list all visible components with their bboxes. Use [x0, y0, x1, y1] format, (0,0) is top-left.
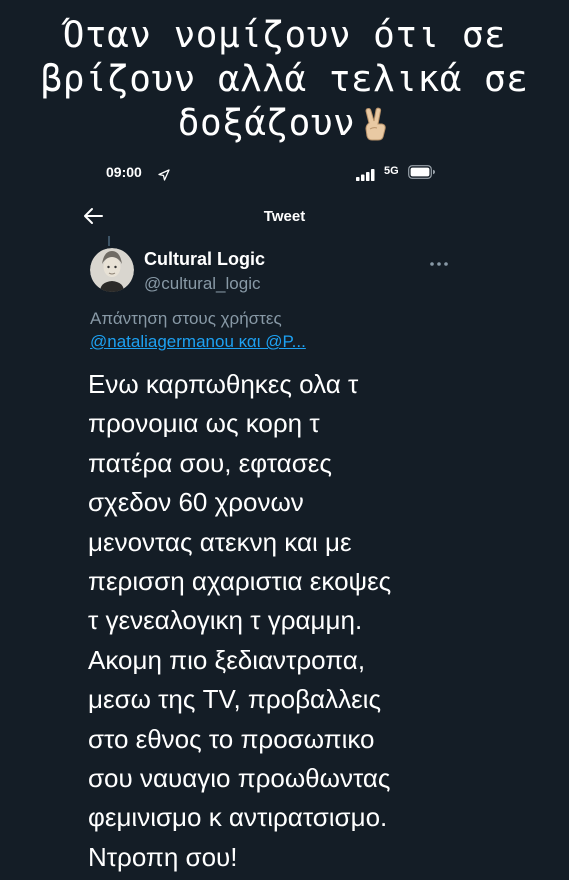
- author-name[interactable]: Cultural Logic: [144, 249, 265, 270]
- tweet-text-line: σχεδον 60 χρονων: [88, 487, 304, 518]
- tweet-text-line: σου ναυαγιο προωθωντας: [88, 763, 391, 794]
- tweet-text: Ενω καρπωθηκες ολα τ προνομια ως κορη τ …: [88, 365, 488, 877]
- more-dots-icon[interactable]: [428, 254, 450, 266]
- tweet-text-line: περισση αχαριστια εκοψες: [88, 566, 392, 597]
- caption-line-text: δοξάζουν: [177, 103, 356, 144]
- caption-line: βρίζουν αλλά τελικά σε: [40, 59, 529, 100]
- tweet-text-line: τ γενεαλογικη τ γραμμη.: [88, 605, 363, 636]
- network-type: 5G: [384, 165, 399, 177]
- tweet-text-line: προνομια ως κορη τ: [88, 408, 320, 439]
- thread-connector: [108, 236, 110, 246]
- tweet-text-line: μεσω της TV, προβαλλεις: [88, 684, 381, 715]
- caption-line-last: δοξάζουν: [0, 102, 569, 146]
- tweet-text-line: Ντροπη σου!: [88, 841, 238, 872]
- tweet-text-line: Ακομη πιο ξεδιαντροπα,: [88, 644, 366, 675]
- tweet-text-line: Ενω καρπωθηκες ολα τ: [88, 369, 359, 399]
- meme-caption: Όταν νομίζουν ότι σε βρίζουν αλλά τελικά…: [0, 14, 569, 146]
- author-handle: @cultural_logic: [144, 274, 261, 293]
- status-bar: 09:00 5G: [0, 162, 569, 186]
- tweet-nav-bar: Tweet: [0, 200, 569, 234]
- tweet-text-line: πατέρα σου, εφτασες: [88, 447, 332, 478]
- victory-hand-icon: [361, 107, 391, 141]
- avatar[interactable]: [90, 248, 134, 292]
- signal-bars-icon: [356, 166, 378, 181]
- reply-context: Απάντηση στους χρήστες @nataliagermanou …: [90, 307, 306, 353]
- location-arrow-icon: [158, 166, 170, 181]
- caption-line: Όταν νομίζουν ότι σε: [62, 15, 507, 56]
- reply-label: Απάντηση στους χρήστες: [90, 309, 282, 328]
- tweet-text-line: μενοντας ατεκνη και με: [88, 526, 352, 557]
- page-title: Tweet: [263, 208, 306, 225]
- tweet-text-line: φεμινισμο κ αντιρατσισμο.: [88, 802, 388, 833]
- tweet-text-line: στο εθνος το προσωπικο: [88, 723, 375, 754]
- status-time: 09:00: [106, 164, 142, 180]
- battery-icon: [408, 164, 436, 179]
- reply-mentions-link[interactable]: @nataliagermanou και @P...: [90, 330, 306, 353]
